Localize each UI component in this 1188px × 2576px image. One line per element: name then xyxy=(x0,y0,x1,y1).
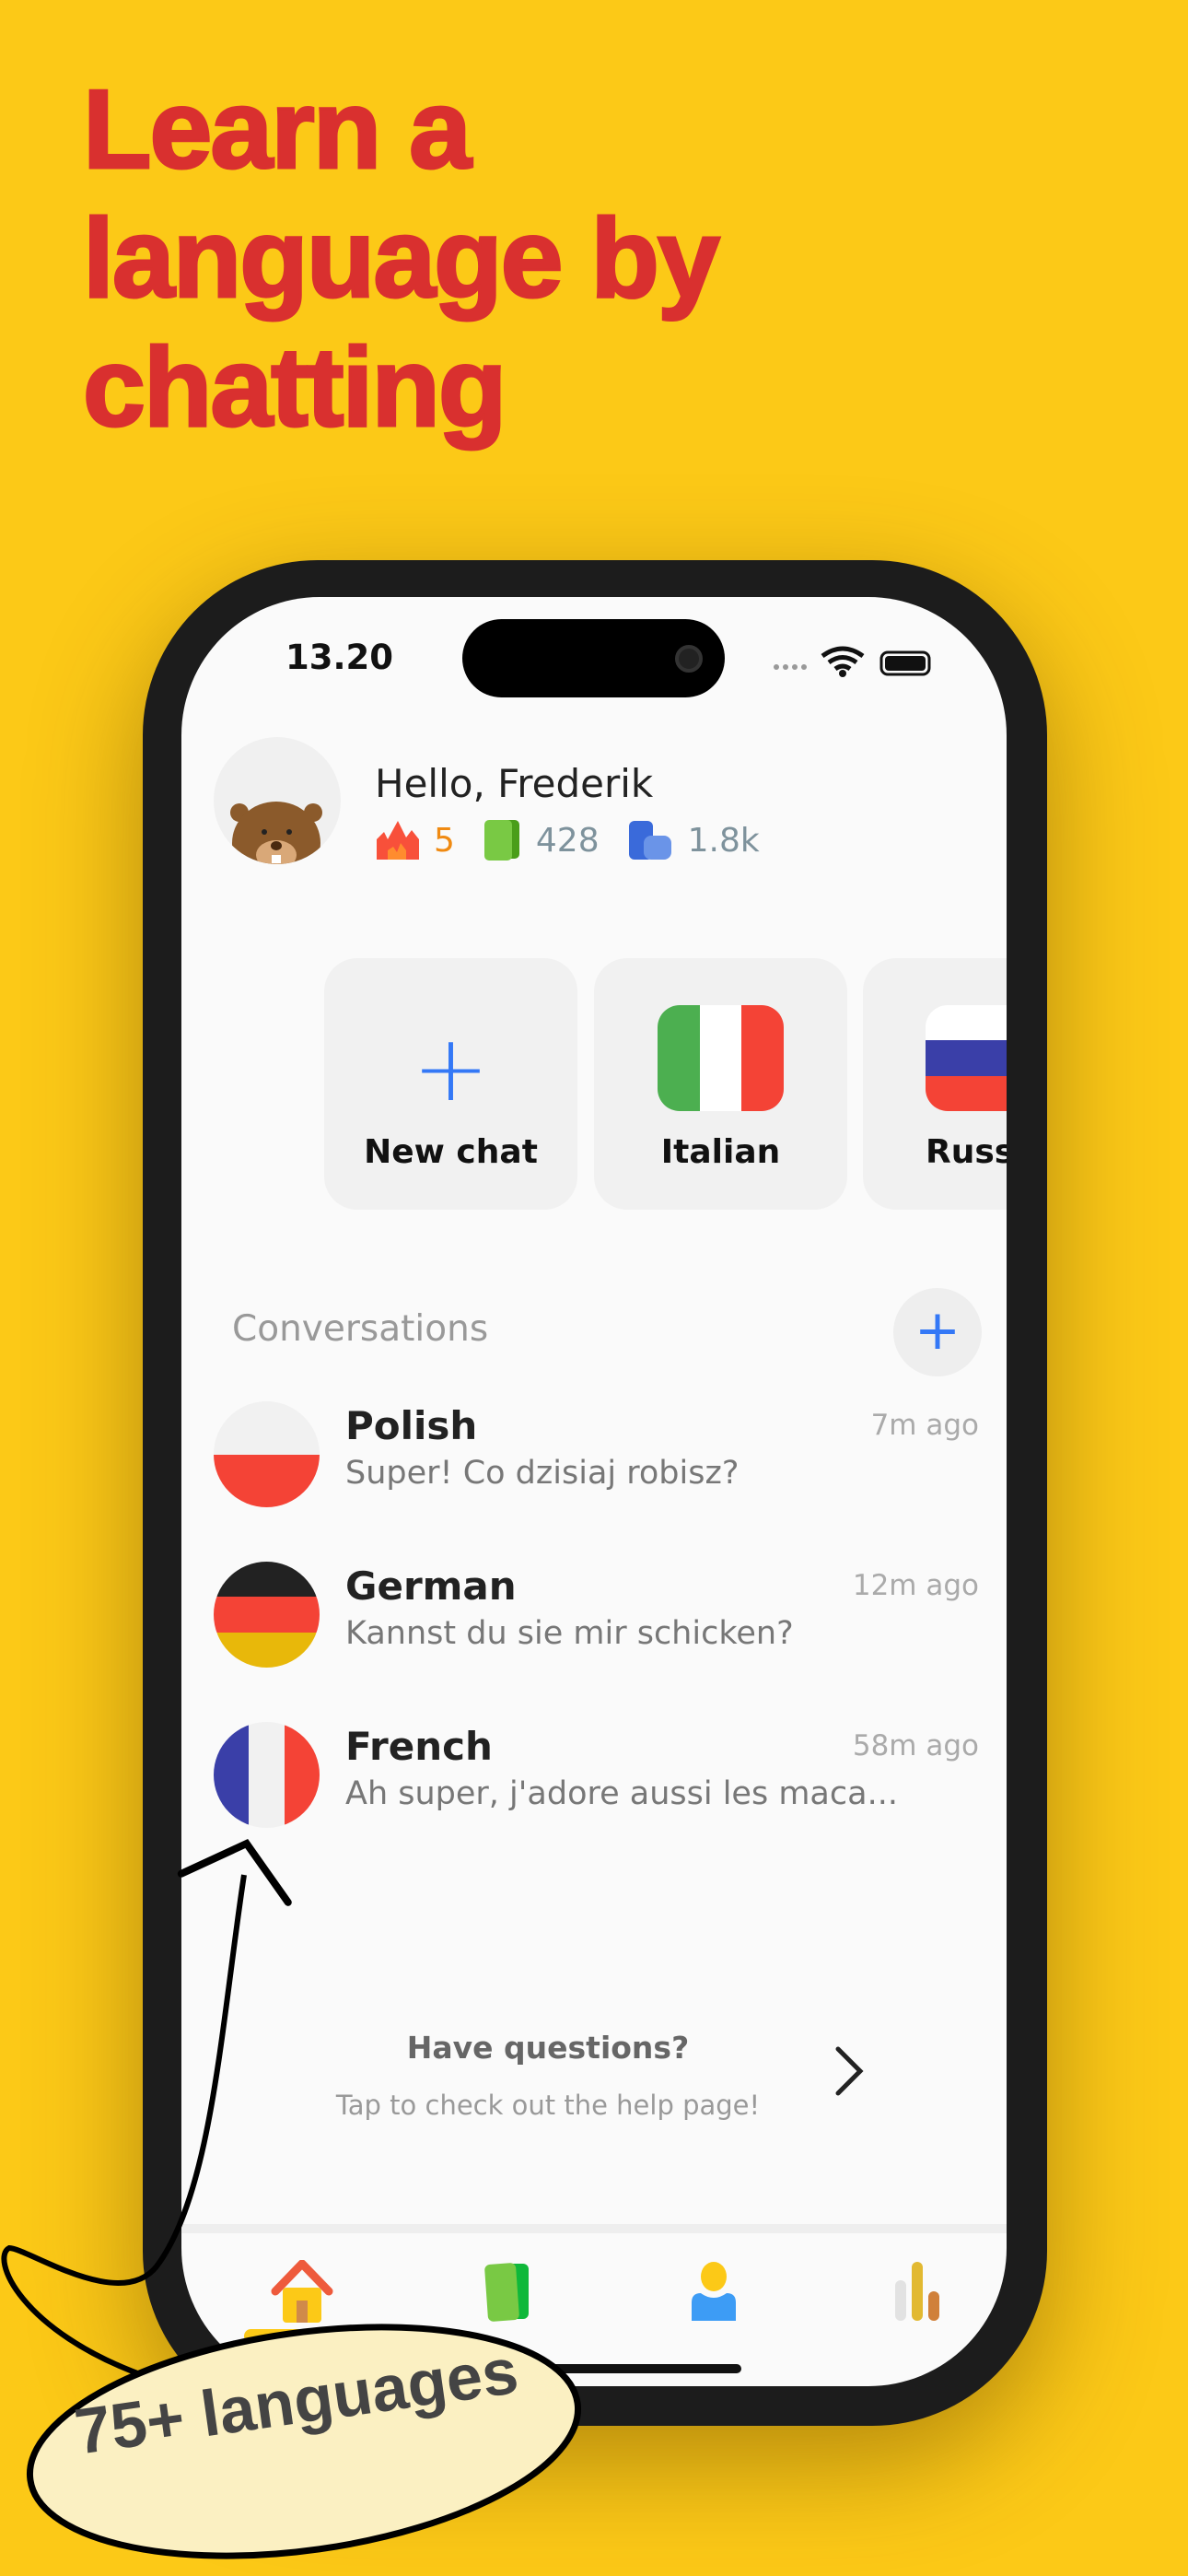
annotation-arrow xyxy=(1,1874,247,2380)
annotation-overlay xyxy=(1,1838,582,2559)
